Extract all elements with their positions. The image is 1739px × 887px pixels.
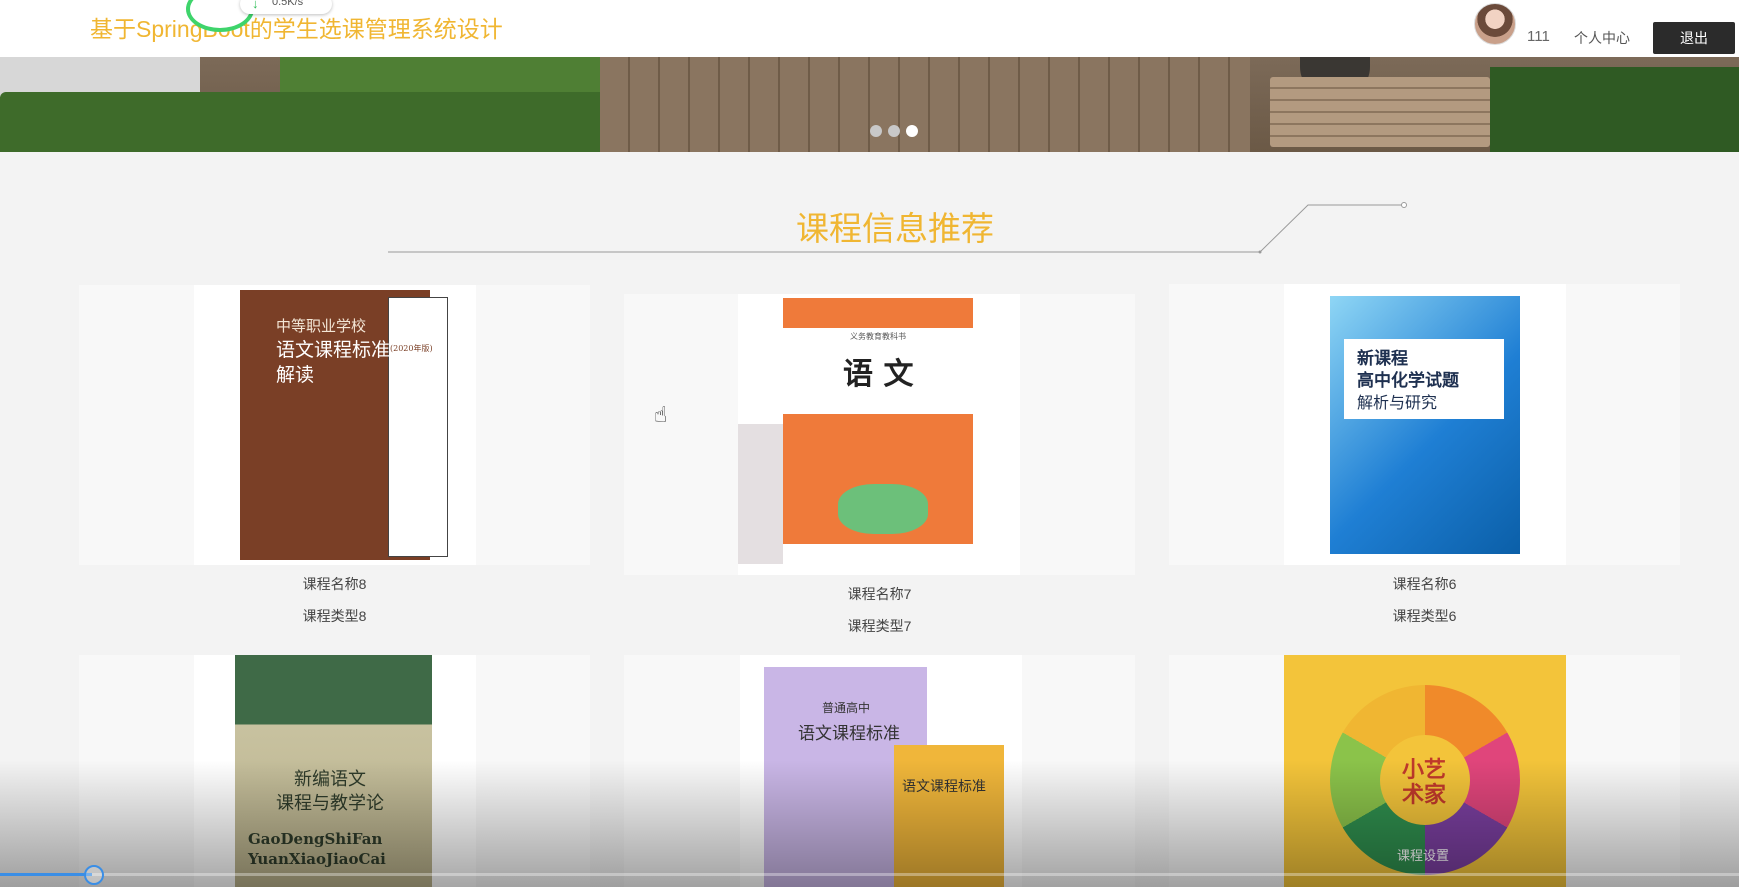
course-type: 课程类型7 bbox=[847, 618, 912, 634]
cover-line: 高中化学试题 bbox=[1357, 371, 1459, 391]
section-title: 课程信息推荐 bbox=[796, 210, 994, 247]
cover-line: 语 文 bbox=[843, 357, 914, 392]
cover-line: 新编语文 bbox=[294, 769, 366, 790]
course-cover: 中等职业学校 语文课程标准 解读 (2020年版) bbox=[194, 285, 476, 565]
book-cover bbox=[1330, 296, 1520, 554]
username: 111 bbox=[1527, 28, 1550, 45]
course-type: 课程类型6 bbox=[1392, 608, 1457, 624]
cover-line: 课程设置 bbox=[1397, 849, 1450, 864]
cover-line: 中等职业学校 bbox=[276, 317, 367, 335]
cover-line: 术家 bbox=[1402, 783, 1447, 808]
book-band bbox=[783, 298, 973, 328]
course-cover: 新编语文 课程与教学论 GaoDengShiFan YuanXiaoJiaoCa… bbox=[194, 655, 476, 887]
course-card-caption: 课程名称8 课程类型8 bbox=[79, 565, 590, 625]
course-card[interactable]: 普通高中 语文课程标准 语文课程标准 bbox=[624, 655, 1135, 887]
course-card-caption: 课程名称7 课程类型7 bbox=[624, 575, 1135, 635]
profile-link[interactable]: 个人中心 bbox=[1574, 28, 1630, 48]
course-cover: 普通高中 语文课程标准 语文课程标准 bbox=[740, 655, 1022, 887]
cover-line: 普通高中 bbox=[822, 701, 871, 715]
book-illustration bbox=[838, 484, 928, 534]
video-progress-fill bbox=[0, 873, 92, 876]
course-name[interactable]: 课程名称6 bbox=[1169, 574, 1680, 594]
course-card[interactable]: 新编语文 课程与教学论 GaoDengShiFan YuanXiaoJiaoCa… bbox=[79, 655, 590, 887]
cover-line: (2020年版) bbox=[390, 344, 433, 353]
site-title[interactable]: 基于SpringBoot的学生选课管理系统设计 bbox=[90, 10, 503, 44]
cover-line: 解读 bbox=[276, 364, 315, 386]
course-card[interactable]: 新课程 高中化学试题 解析与研究 bbox=[1169, 284, 1680, 565]
hand-cursor-icon: ☝ bbox=[654, 402, 668, 427]
video-progress-bar[interactable] bbox=[0, 865, 1739, 885]
avatar[interactable] bbox=[1474, 3, 1516, 45]
course-card[interactable]: 中等职业学校 语文课程标准 解读 (2020年版) bbox=[79, 285, 590, 565]
carousel-dot[interactable] bbox=[906, 125, 918, 137]
carousel-indicators bbox=[870, 124, 924, 142]
course-card[interactable]: 小艺 术家 课程设置 bbox=[1169, 655, 1680, 887]
video-progress-handle[interactable] bbox=[84, 865, 104, 885]
logout-button[interactable]: 退出 bbox=[1653, 22, 1735, 54]
download-arrow-icon: ↓ bbox=[252, 0, 259, 11]
course-card[interactable]: 语 文 义务教育教科书 bbox=[624, 294, 1135, 575]
cover-line: 语文课程标准 bbox=[902, 779, 986, 795]
course-cover: 新课程 高中化学试题 解析与研究 bbox=[1284, 284, 1566, 565]
cover-line: 义务教育教科书 bbox=[850, 332, 906, 341]
carousel-dot[interactable] bbox=[888, 125, 900, 137]
course-name[interactable]: 课程名称7 bbox=[624, 584, 1135, 604]
book-cover-second bbox=[894, 745, 1004, 887]
cover-line: 语文课程标准 bbox=[798, 724, 900, 744]
carousel-dot[interactable] bbox=[870, 125, 882, 137]
course-card-caption: 课程名称6 课程类型6 bbox=[1169, 565, 1680, 625]
network-speed: 0.5K/s bbox=[272, 0, 304, 8]
book-spine-page bbox=[388, 297, 448, 557]
course-type: 课程类型8 bbox=[302, 608, 367, 624]
course-cover: 小艺 术家 课程设置 bbox=[1284, 655, 1566, 887]
course-name[interactable]: 课程名称8 bbox=[79, 574, 590, 594]
network-speed-badge: ↓ 0.5K/s bbox=[240, 0, 332, 14]
cover-line: GaoDengShiFan bbox=[248, 830, 383, 848]
course-cover: 语 文 义务教育教科书 bbox=[738, 294, 1020, 575]
cover-line: 解析与研究 bbox=[1357, 393, 1438, 412]
cover-line: 语文课程标准 bbox=[276, 339, 391, 361]
cover-line: YuanXiaoJiaoCai bbox=[248, 850, 386, 868]
cover-line: 课程与教学论 bbox=[276, 793, 384, 814]
